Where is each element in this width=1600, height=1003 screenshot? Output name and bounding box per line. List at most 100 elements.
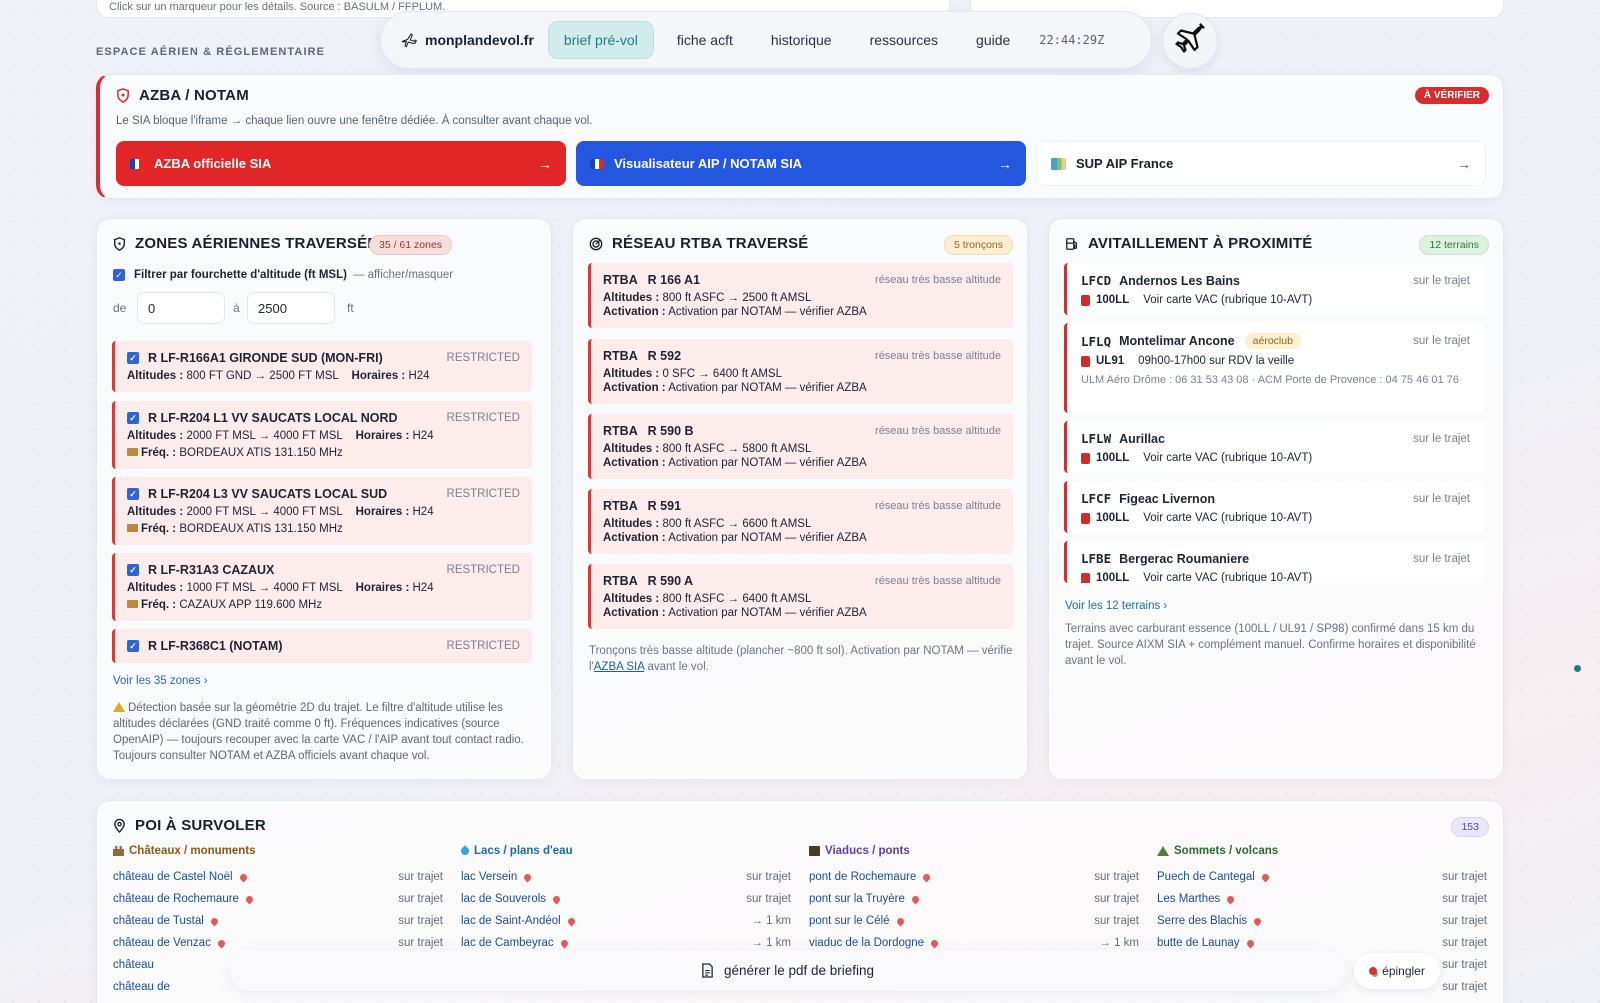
zone-checkbox[interactable]: ✓	[127, 488, 139, 500]
airfield-location: sur le trajet	[1413, 492, 1470, 505]
rtba-item[interactable]: RTBA R 592 réseau très basse altitude Alt…	[588, 339, 1013, 404]
filter-checkbox[interactable]: ✓	[113, 269, 125, 281]
poi-item[interactable]: pont sur le Célé sur trajet	[809, 910, 1139, 932]
fuel-icon	[1081, 572, 1090, 583]
pin-icon	[1260, 872, 1271, 882]
pin-icon	[895, 916, 905, 926]
poi-item[interactable]: lac Versein sur trajet	[461, 866, 791, 888]
airfield-item[interactable]: LFBE Bergerac Roumaniere sur le trajet 100…	[1064, 541, 1484, 583]
nav-tab-historique[interactable]: historique	[756, 22, 847, 58]
poi-item[interactable]: lac de Saint-Andéol → 1 km	[461, 910, 791, 932]
rtba-item[interactable]: RTBA R 590 A réseau très basse altitude A…	[588, 564, 1013, 629]
rtba-type: réseau très basse altitude	[875, 500, 1001, 512]
airfield-name: Montelimar Ancone	[1119, 334, 1235, 348]
nav-tab-brief[interactable]: brief pré-vol	[547, 21, 654, 59]
fuel-card: AVITAILLEMENT À PROXIMITÉ 12 terrains LF…	[1048, 218, 1504, 780]
fuel-type: 100LL	[1096, 452, 1130, 464]
water-drop-icon	[459, 845, 471, 857]
airfield-item[interactable]: LFCF Figeac Livernon sur le trajet 100LL Vo…	[1064, 481, 1484, 533]
rtba-item[interactable]: RTBA R 591 réseau très basse altitude Alt…	[588, 489, 1013, 554]
poi-distance: sur trajet	[1094, 871, 1139, 883]
fuel-type: 100LL	[1096, 572, 1130, 583]
poi-name: lac de Souverols	[461, 893, 547, 905]
zones-card: ZONES AÉRIENNES TRAVERSÉES 35 / 61 zones…	[96, 218, 552, 780]
see-all-airfields-link[interactable]: Voir les 12 terrains ›	[1065, 600, 1167, 612]
poi-item[interactable]: pont sur la Truyère sur trajet	[809, 888, 1139, 910]
rtba-altitudes: 800 ft ASFC → 5800 ft AMSL	[662, 443, 812, 455]
azba-sia-link[interactable]: AZBA SIA	[594, 661, 645, 673]
activation-label: Activation :	[603, 607, 666, 619]
generate-pdf-button[interactable]: générer le pdf de briefing	[230, 950, 1345, 991]
see-all-zones-link[interactable]: Voir les 35 zones ›	[113, 675, 208, 687]
airfield-item[interactable]: LFLQ Montelimar Ancone aéroclub sur le traj…	[1064, 323, 1484, 413]
filter-toggle-link[interactable]: — afficher/masquer	[353, 269, 453, 281]
alt-label: Altitudes :	[603, 368, 660, 380]
radio-icon	[127, 448, 138, 456]
location-pin-icon	[114, 818, 125, 833]
poi-distance: sur trajet	[1094, 893, 1139, 905]
airfield-contacts: ULM Aéro Drôme : 06 31 53 43 08 · ACM Po…	[1081, 374, 1459, 386]
warning-icon	[113, 702, 125, 712]
rtba-name: RTBA R 590 B	[603, 424, 694, 438]
zone-checkbox[interactable]: ✓	[127, 352, 139, 364]
poi-item[interactable]: Puech de Cantegal sur trajet	[1157, 866, 1487, 888]
poi-column-bridges: Viaducs / ponts pont de Rochemaure sur tr…	[809, 845, 1139, 954]
rtba-altitudes: 800 ft ASFC → 6400 ft AMSL	[662, 593, 812, 605]
sup-aip-button[interactable]: SUP AIP France →	[1036, 141, 1486, 186]
zone-altitudes: 2000 FT MSL → 4000 FT MSL	[186, 506, 343, 518]
zone-item[interactable]: ✓ R LF-R204 L1 VV SAUCATS LOCAL NORD RESTR…	[112, 401, 532, 469]
altitude-to-input[interactable]: 2500	[247, 292, 335, 324]
pin-button[interactable]: épingler	[1354, 953, 1440, 989]
fuel-info: Voir carte VAC (rubrique 10-AVT)	[1143, 452, 1313, 464]
poi-distance: sur trajet	[1442, 937, 1487, 949]
top-nav: monplandevol.fr brief pré-vol fiche acft…	[380, 11, 1152, 69]
poi-item[interactable]: château de Castel Noël sur trajet	[113, 866, 443, 888]
pin-icon	[910, 894, 921, 904]
poi-item[interactable]: château de Rochemaure sur trajet	[113, 888, 443, 910]
pin-icon	[522, 872, 533, 882]
rtba-item[interactable]: RTBA R 166 A1 réseau très basse altitude …	[588, 263, 1013, 328]
poi-item[interactable]: château de Tustal sur trajet	[113, 910, 443, 932]
nav-tab-guide[interactable]: guide	[961, 22, 1025, 58]
scroll-indicator-dot[interactable]	[1574, 665, 1581, 672]
azba-official-label: AZBA officielle SIA	[154, 156, 272, 171]
poi-name: pont sur la Truyère	[809, 893, 905, 905]
pushpin-icon	[1369, 967, 1378, 975]
azba-official-button[interactable]: AZBA officielle SIA →	[116, 141, 566, 186]
zone-checkbox[interactable]: ✓	[127, 640, 139, 652]
poi-distance: sur trajet	[398, 937, 443, 949]
zone-item[interactable]: ✓ R LF-R31A3 CAZAUX RESTRICTED Altitudes :…	[112, 553, 532, 621]
poi-distance: sur trajet	[1094, 915, 1139, 927]
nav-tab-ressources[interactable]: ressources	[855, 22, 953, 58]
brand[interactable]: monplandevol.fr	[401, 32, 534, 48]
pin-icon	[1245, 938, 1255, 948]
poi-item[interactable]: lac de Souverols sur trajet	[461, 888, 791, 910]
pin-label: épingler	[1382, 964, 1425, 978]
fuel-icon	[1081, 512, 1090, 524]
brand-label: monplandevol.fr	[425, 32, 534, 48]
poi-item[interactable]: pont de Rochemaure sur trajet	[809, 866, 1139, 888]
poi-item[interactable]: Serre des Blachis sur trajet	[1157, 910, 1487, 932]
france-flag-icon	[590, 158, 604, 169]
poi-item[interactable]: Les Marthes sur trajet	[1157, 888, 1487, 910]
zone-name: R LF-R166A1 GIRONDE SUD (MON-FRI)	[148, 351, 383, 365]
airfield-item[interactable]: LFCD Andernos Les Bains sur le trajet 100L…	[1064, 263, 1484, 315]
plane-button[interactable]	[1162, 13, 1218, 69]
zone-hours: H24	[412, 506, 434, 518]
zone-item[interactable]: ✓ R LF-R166A1 GIRONDE SUD (MON-FRI) RESTRI…	[112, 341, 532, 392]
zone-altitudes: 2000 FT MSL → 4000 FT MSL	[186, 430, 343, 442]
zone-item[interactable]: ✓ R LF-R204 L3 VV SAUCATS LOCAL SUD RESTRI…	[112, 477, 532, 545]
arrow-right-icon: →	[538, 155, 552, 172]
shield-icon	[113, 236, 126, 251]
fuel-info: Voir carte VAC (rubrique 10-AVT)	[1143, 512, 1313, 524]
nav-tab-fiche[interactable]: fiche acft	[662, 22, 748, 58]
aip-notam-button[interactable]: Visualisateur AIP / NOTAM SIA →	[576, 141, 1026, 186]
zone-checkbox[interactable]: ✓	[127, 564, 139, 576]
alt-label: Altitudes :	[603, 593, 660, 605]
altitude-from-input[interactable]: 0	[137, 292, 225, 324]
zone-checkbox[interactable]: ✓	[127, 412, 139, 424]
airfield-item[interactable]: LFLW Aurillac sur le trajet 100LL Voir cart…	[1064, 421, 1484, 473]
poi-name: lac de Saint-Andéol	[461, 915, 561, 927]
rtba-item[interactable]: RTBA R 590 B réseau très basse altitude A…	[588, 414, 1013, 479]
zone-item[interactable]: ✓ R LF-R368C1 (NOTAM) RESTRICTED	[112, 629, 532, 663]
